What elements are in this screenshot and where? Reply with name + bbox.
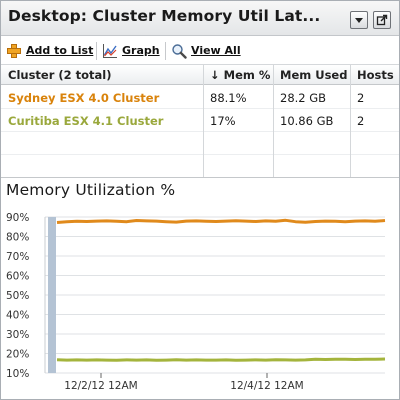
chart-series	[56, 218, 386, 362]
add-to-list-label: Add to List	[26, 44, 94, 57]
column-header-hosts[interactable]: Hosts	[357, 65, 394, 85]
chevron-down-icon	[355, 18, 363, 23]
y-tick-label: 30%	[6, 329, 29, 341]
x-tick-label: 12/2/12 12AM	[64, 380, 137, 392]
series-line	[56, 218, 386, 224]
toolbar-divider	[165, 42, 166, 60]
section-divider	[1, 177, 399, 178]
column-header-mem-used[interactable]: Mem Used	[280, 65, 347, 85]
y-tick-label: 80%	[6, 232, 29, 244]
mem-used-cell: 28.2 GB	[280, 91, 327, 105]
widget-title-bar: Desktop: Cluster Memory Util Lat...	[1, 1, 399, 36]
graph-button[interactable]: Graph	[102, 43, 160, 59]
y-tick-label: 20%	[6, 349, 29, 361]
mem-used-cell: 10.86 GB	[280, 114, 334, 128]
y-tick-label: 90%	[6, 212, 29, 224]
column-header-cluster[interactable]: Cluster (2 total)	[8, 65, 112, 85]
table-row[interactable]: Curitiba ESX 4.1 Cluster 17% 10.86 GB 2	[1, 110, 399, 132]
hosts-cell: 2	[357, 91, 365, 105]
hosts-cell: 2	[357, 114, 365, 128]
column-divider	[273, 65, 274, 177]
widget-popout-button[interactable]	[373, 11, 391, 29]
cluster-name-link[interactable]: Sydney ESX 4.0 Cluster	[8, 87, 159, 109]
widget-toolbar: Add to List Graph View All	[1, 37, 399, 65]
toolbar-divider	[96, 42, 97, 60]
series-line	[56, 357, 386, 362]
table-row[interactable]: Sydney ESX 4.0 Cluster 88.1% 28.2 GB 2	[1, 87, 399, 109]
y-axis-ticks: 90% 80% 70% 60% 50% 40% 30% 20% 10%	[6, 212, 29, 380]
widget-menu-button[interactable]	[350, 11, 368, 29]
column-divider	[203, 65, 204, 177]
table-row-empty	[1, 156, 399, 178]
y-tick-label: 10%	[6, 368, 29, 380]
magnifier-icon	[172, 44, 187, 59]
data-range-marker	[48, 217, 56, 373]
popout-icon	[376, 14, 388, 26]
add-to-list-button[interactable]: Add to List	[6, 43, 94, 59]
table-row-empty	[1, 133, 399, 155]
cluster-table: Cluster (2 total) ↓ Mem % Mem Used Hosts…	[1, 65, 399, 177]
y-tick-label: 70%	[6, 251, 29, 263]
graph-label: Graph	[122, 44, 160, 57]
graph-icon	[103, 44, 117, 58]
view-all-label: View All	[191, 44, 241, 57]
mem-pct-cell: 88.1%	[210, 91, 247, 105]
table-header: Cluster (2 total) ↓ Mem % Mem Used Hosts	[1, 65, 399, 85]
x-axis-ticks: 12/2/12 12AM 12/4/12 12AM	[64, 373, 304, 392]
view-all-button[interactable]: View All	[171, 43, 243, 59]
chart-grid	[44, 216, 385, 374]
y-tick-label: 50%	[6, 290, 29, 302]
chart-title: Memory Utilization %	[6, 181, 176, 199]
cluster-memory-widget: Desktop: Cluster Memory Util Lat... Add …	[0, 0, 400, 400]
column-divider	[350, 65, 351, 177]
column-header-mem-pct[interactable]: ↓ Mem %	[210, 65, 270, 85]
mem-pct-cell: 17%	[210, 114, 236, 128]
add-plus-icon	[7, 44, 21, 58]
x-tick-label: 12/4/12 12AM	[230, 380, 303, 392]
y-tick-label: 60%	[6, 271, 29, 283]
widget-title: Desktop: Cluster Memory Util Lat...	[8, 7, 321, 25]
y-tick-label: 40%	[6, 310, 29, 322]
cluster-name-link[interactable]: Curitiba ESX 4.1 Cluster	[8, 110, 163, 132]
memory-utilization-chart[interactable]: 90% 80% 70% 60% 50% 40% 30% 20% 10% 12/2/12 12AM…	[1, 201, 399, 399]
